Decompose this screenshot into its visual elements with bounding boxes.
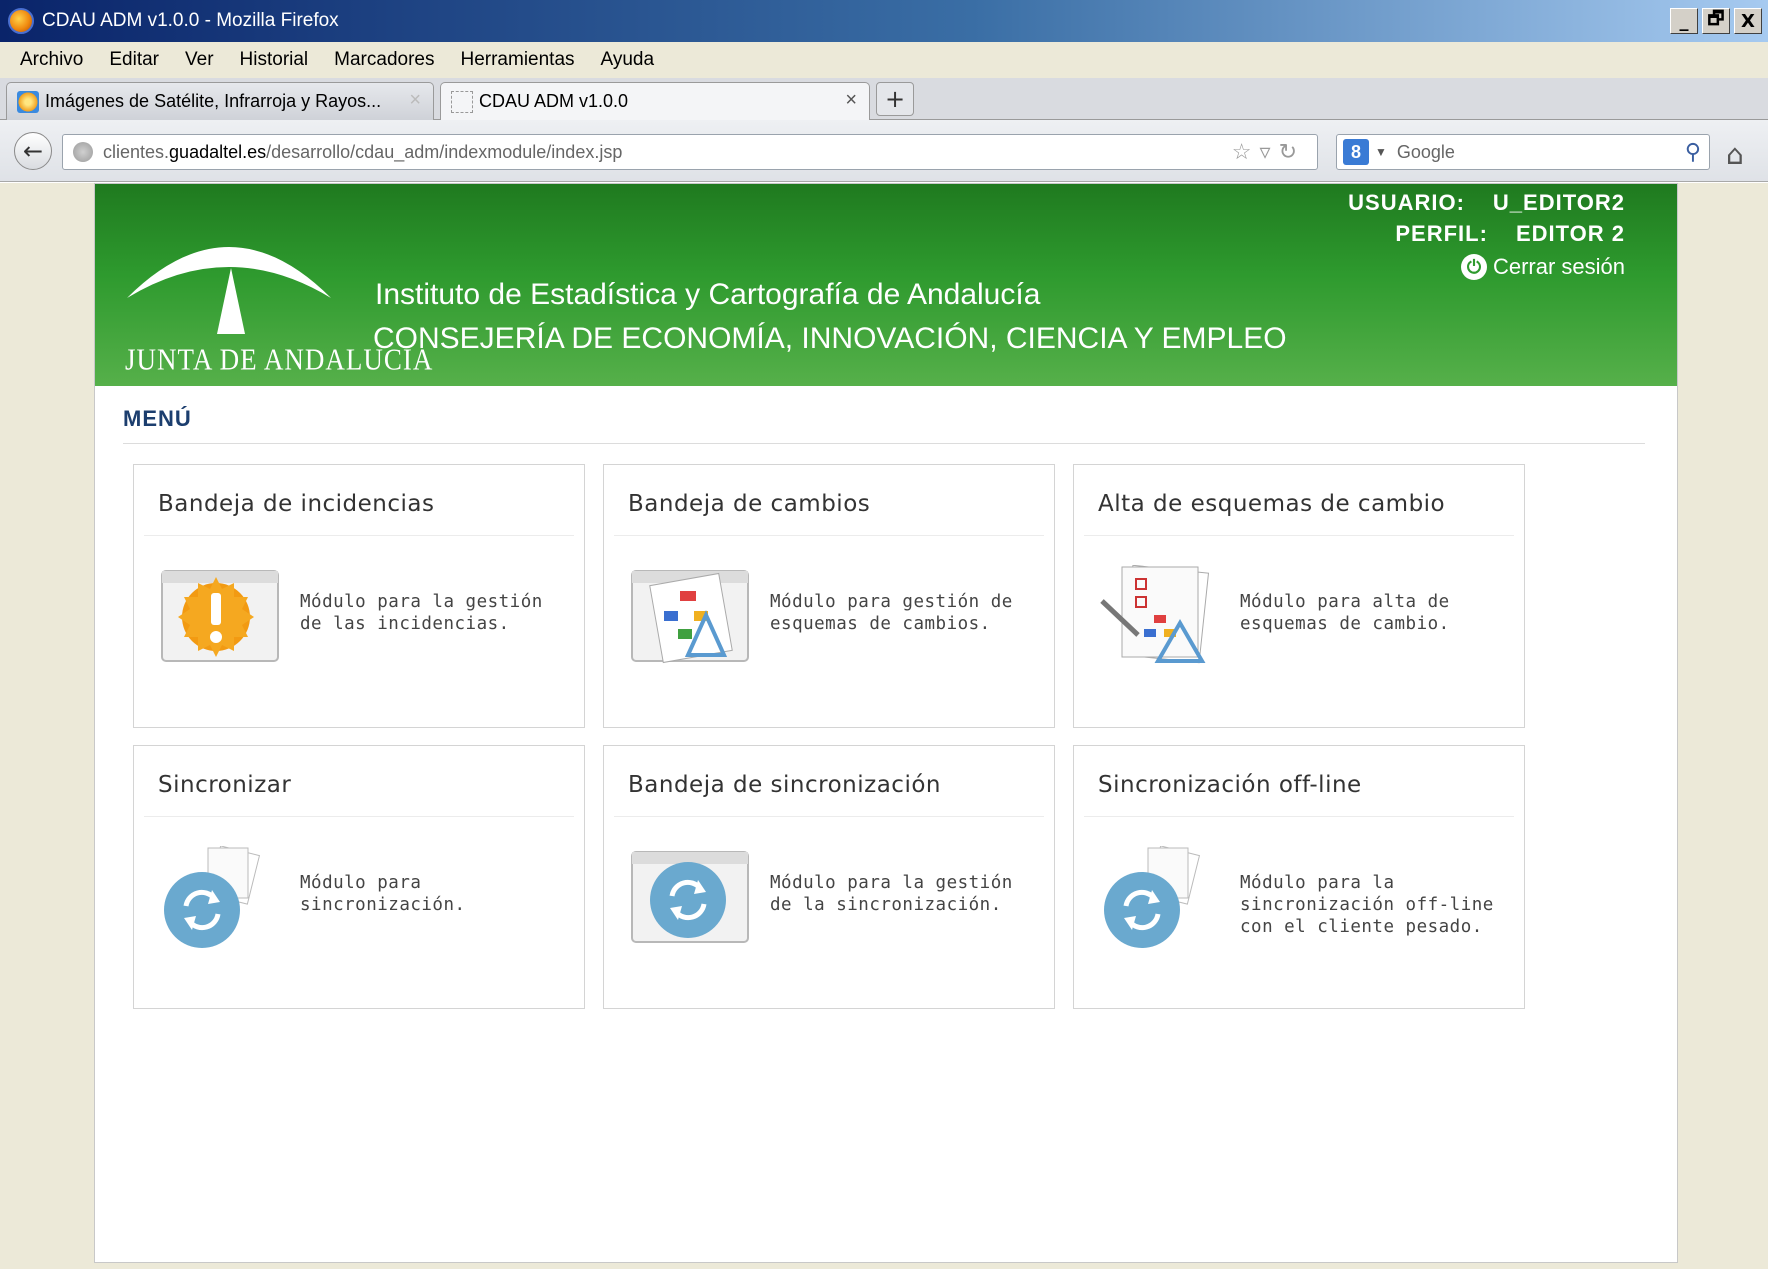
menu-marcadores[interactable]: Marcadores bbox=[334, 49, 434, 71]
tab-label: CDAU ADM v1.0.0 bbox=[479, 91, 629, 111]
card-divider bbox=[614, 816, 1044, 817]
tab-label: Imágenes de Satélite, Infrarroja y Rayos… bbox=[45, 91, 382, 111]
user-info: USUARIO: U_EDITOR2 PERFIL: EDITOR 2 ⏻ Ce… bbox=[1348, 190, 1625, 280]
card-divider bbox=[144, 535, 574, 536]
window-controls: _ 🗗 X bbox=[1670, 8, 1762, 34]
search-bar[interactable]: 8 ▼ Google ⚲ bbox=[1336, 134, 1710, 170]
card-bandeja-cambios[interactable]: Bandeja de cambios Módulo para gestión d… bbox=[603, 464, 1055, 728]
card-description: Módulo para la sincronización off-line c… bbox=[1240, 873, 1494, 937]
user-row: USUARIO: U_EDITOR2 bbox=[1348, 190, 1625, 221]
sync-documents-icon[interactable] bbox=[158, 846, 282, 948]
card-sincronizar[interactable]: Sincronizar Módulo para sincronización. bbox=[133, 745, 585, 1009]
home-icon[interactable]: ⌂ bbox=[1726, 138, 1744, 171]
menu-editar[interactable]: Editar bbox=[109, 49, 159, 71]
card-divider bbox=[144, 816, 574, 817]
card-bandeja-sincronizacion[interactable]: Bandeja de sincronización Módulo para la… bbox=[603, 745, 1055, 1009]
card-title: Sincronización off-line bbox=[1098, 772, 1362, 798]
card-divider bbox=[1084, 535, 1514, 536]
logout-label: Cerrar sesión bbox=[1492, 254, 1625, 279]
tab-close-icon[interactable]: × bbox=[845, 89, 857, 112]
card-bandeja-incidencias[interactable]: Bandeja de incidencias Módulo para la ge… bbox=[133, 464, 585, 728]
url-bar[interactable]: clientes. guadaltel.es/desarrollo/cdau_ad… bbox=[62, 134, 1318, 170]
institute-title: Instituto de Estadística y Cartografía d… bbox=[375, 278, 1041, 311]
card-description: Módulo para sincronización. bbox=[300, 873, 466, 915]
profile-row: PERFIL: EDITOR 2 bbox=[1348, 221, 1625, 252]
browser-viewport: JUNTA DE ANDALUCIA Instituto de Estadíst… bbox=[0, 183, 1768, 1269]
user-value: U_EDITOR2 bbox=[1492, 190, 1625, 215]
diagram-window-icon[interactable] bbox=[628, 565, 752, 667]
navigation-toolbar: ← clientes. guadaltel.es/desarrollo/cdau_… bbox=[0, 120, 1768, 182]
card-title: Sincronizar bbox=[158, 772, 292, 798]
site-header: JUNTA DE ANDALUCIA Instituto de Estadíst… bbox=[95, 184, 1677, 386]
menu-ver[interactable]: Ver bbox=[185, 49, 214, 71]
bookmark-star-icon[interactable]: ☆▿↻ bbox=[1232, 139, 1305, 165]
chevron-down-icon[interactable]: ▼ bbox=[1375, 145, 1387, 159]
tab-satellite-images[interactable]: Imágenes de Satélite, Infrarroja y Rayos… bbox=[6, 82, 434, 120]
tab-close-icon[interactable]: × bbox=[409, 89, 421, 112]
firefox-logo-icon bbox=[8, 8, 34, 34]
user-label: USUARIO: bbox=[1348, 190, 1465, 215]
card-description: Módulo para gestión de esquemas de cambi… bbox=[770, 592, 1013, 634]
warning-window-icon[interactable] bbox=[158, 565, 282, 667]
card-alta-esquemas[interactable]: Alta de esquemas de cambio Módulo para a… bbox=[1073, 464, 1525, 728]
card-description: Módulo para la gestión de la sincronizac… bbox=[770, 873, 1013, 915]
ministry-title: CONSEJERÍA DE ECONOMÍA, INNOVACIÓN, CIEN… bbox=[373, 322, 1287, 355]
card-divider bbox=[1084, 816, 1514, 817]
restore-button[interactable]: 🗗 bbox=[1702, 8, 1730, 34]
back-arrow-icon[interactable]: ← bbox=[14, 132, 52, 170]
blank-favicon-icon bbox=[451, 90, 473, 113]
card-sincronizacion-offline[interactable]: Sincronización off-line Módulo para la s… bbox=[1073, 745, 1525, 1009]
window-title: CDAU ADM v1.0.0 - Mozilla Firefox bbox=[42, 10, 339, 31]
card-divider bbox=[614, 535, 1044, 536]
search-input[interactable]: Google bbox=[1397, 142, 1455, 163]
card-description: Módulo para la gestión de las incidencia… bbox=[300, 592, 543, 634]
menu-heading: MENÚ bbox=[123, 406, 192, 431]
profile-value: EDITOR 2 bbox=[1515, 221, 1625, 246]
search-icon[interactable]: ⚲ bbox=[1685, 139, 1701, 165]
card-title: Bandeja de cambios bbox=[628, 491, 871, 517]
checklist-diagram-icon[interactable] bbox=[1098, 565, 1222, 667]
url-host: guadaltel.es bbox=[169, 141, 267, 162]
globe-icon bbox=[73, 142, 93, 162]
close-window-button[interactable]: X bbox=[1734, 8, 1762, 34]
logout-link[interactable]: ⏻ Cerrar sesión bbox=[1348, 254, 1625, 280]
menu-historial[interactable]: Historial bbox=[240, 49, 309, 71]
menu-herramientas[interactable]: Herramientas bbox=[460, 49, 574, 71]
minimize-button[interactable]: _ bbox=[1670, 8, 1698, 34]
satellite-favicon-icon bbox=[17, 90, 39, 113]
menubar: Archivo Editar Ver Historial Marcadores … bbox=[0, 42, 1768, 78]
url-path: /desarrollo/cdau_adm/indexmodule/index.j… bbox=[266, 141, 623, 162]
window-titlebar: CDAU ADM v1.0.0 - Mozilla Firefox _ 🗗 X bbox=[0, 0, 1768, 42]
card-description: Módulo para alta de esquemas de cambio. bbox=[1240, 592, 1450, 634]
card-title: Alta de esquemas de cambio bbox=[1098, 491, 1446, 517]
card-title: Bandeja de incidencias bbox=[158, 491, 435, 517]
page-container: JUNTA DE ANDALUCIA Instituto de Estadíst… bbox=[94, 183, 1678, 1263]
google-engine-icon[interactable]: 8 bbox=[1343, 139, 1369, 165]
tab-cdau-adm[interactable]: CDAU ADM v1.0.0 × bbox=[440, 82, 870, 120]
new-tab-button[interactable]: + bbox=[876, 82, 914, 116]
menu-ayuda[interactable]: Ayuda bbox=[601, 49, 655, 71]
profile-label: PERFIL: bbox=[1395, 221, 1488, 246]
menu-divider bbox=[123, 443, 1645, 444]
card-title: Bandeja de sincronización bbox=[628, 772, 941, 798]
sync-documents-icon[interactable] bbox=[1098, 846, 1222, 948]
power-icon: ⏻ bbox=[1460, 254, 1487, 280]
sync-window-icon[interactable] bbox=[628, 846, 752, 948]
url-prefix: clientes. bbox=[103, 141, 170, 162]
menu-archivo[interactable]: Archivo bbox=[20, 49, 83, 71]
